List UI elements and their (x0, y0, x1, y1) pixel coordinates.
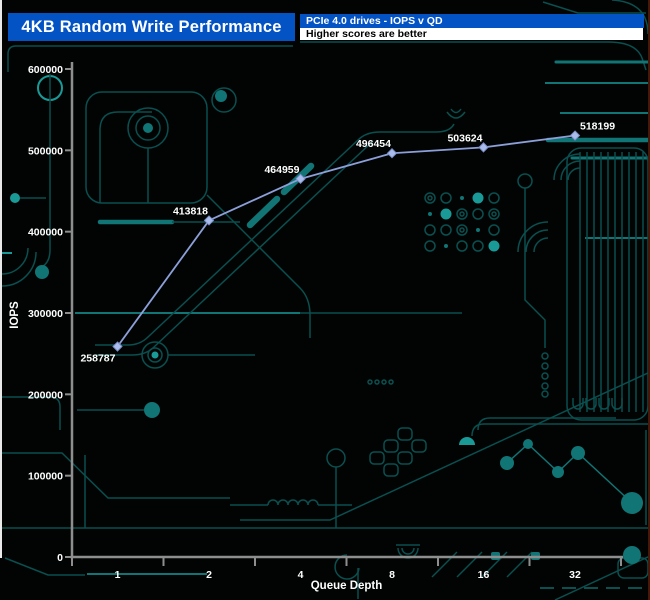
data-point-label: 503624 (447, 132, 482, 144)
y-tick-label: 100000 (28, 471, 63, 483)
y-tick-label: 500000 (28, 145, 63, 157)
chart-title-box: 4KB Random Write Performance (8, 13, 295, 41)
x-tick-label: 4 (298, 569, 304, 581)
chart-note: Higher scores are better (306, 28, 427, 40)
series-line (116, 134, 576, 348)
x-tick-label: 1 (115, 569, 121, 581)
y-tick-label: 600000 (28, 64, 63, 76)
chart-subtitle: PCIe 4.0 drives - IOPS v QD (306, 15, 443, 27)
x-tick-label: 8 (389, 569, 395, 581)
data-point-label: 413818 (173, 205, 208, 217)
y-tick-label: 400000 (28, 227, 63, 239)
data-point-marker (569, 130, 581, 141)
x-axis-title: Queue Depth (311, 580, 383, 592)
x-tick-label: 16 (478, 569, 490, 581)
data-point-label: 518199 (580, 121, 615, 133)
x-tick-label: 32 (569, 569, 581, 581)
data-point-label: 496454 (356, 138, 391, 150)
chart-subtitle-bar: PCIe 4.0 drives - IOPS v QD (300, 14, 644, 28)
y-axis-title: IOPS (9, 301, 21, 329)
chart-note-bar: Higher scores are better (300, 28, 643, 40)
x-tick-label: 2 (206, 569, 212, 581)
data-point-label: 258787 (80, 353, 115, 365)
y-tick-label: 200000 (28, 389, 63, 401)
chart-title: 4KB Random Write Performance (21, 17, 282, 36)
chart-canvas: 0 100000 200000 300000 400000 500000 600000 1 2 4… (9, 62, 623, 592)
left-border (0, 0, 2, 558)
y-tick-label: 300000 (28, 308, 63, 320)
y-tick-label: 0 (57, 552, 63, 564)
chart-screenshot: 0 100000 200000 300000 400000 500000 600000 1 2 4… (0, 0, 650, 600)
data-point-label: 464959 (264, 164, 299, 176)
